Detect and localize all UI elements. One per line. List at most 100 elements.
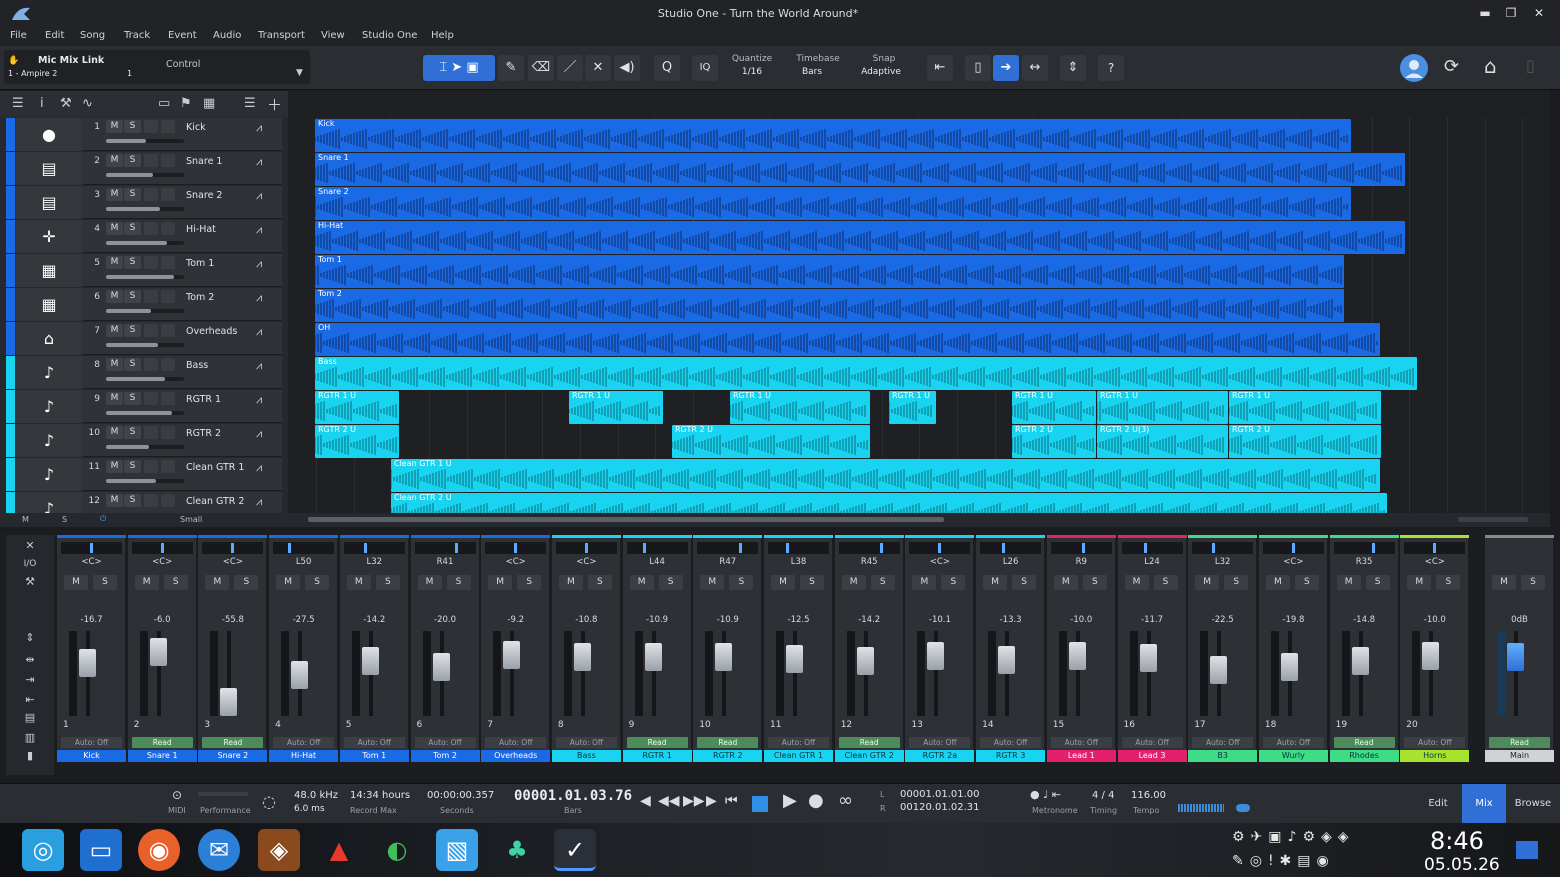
metronome-icon[interactable]: ● ♩ ⇤ [1030,788,1061,801]
record-arm-button[interactable] [144,154,158,167]
channel-name[interactable]: RGTR 3 [976,750,1046,762]
loop-end[interactable]: 00120.01.02.31 [900,802,980,813]
add-track-icon[interactable]: ＋ [267,94,282,115]
ardour-icon[interactable]: ▲ [318,829,360,871]
track-name[interactable]: Clean GTR 2 [186,496,244,507]
solo-button[interactable]: S [124,256,141,269]
loop-start[interactable]: 00001.01.01.00 [900,789,980,800]
channel-name[interactable]: Kick [57,750,126,762]
audio-event[interactable]: RGTR 2 U [1012,425,1096,458]
audio-event[interactable]: OH [315,323,1380,356]
return-zero-icon[interactable]: ⏮ [725,793,738,809]
record-arm-button[interactable] [144,290,158,303]
track-row[interactable]: ♪ 8 M S Bass ⩘ [6,356,282,389]
files-icon[interactable]: ▭ [80,829,122,871]
pan-slider[interactable] [626,542,688,554]
eraser-tool[interactable]: ⌫ [528,55,554,81]
track-volume-fader[interactable] [106,445,184,449]
pan-slider[interactable] [131,542,193,554]
track-row[interactable]: ▦ 5 M S Tom 1 ⩘ [6,254,282,287]
track-name[interactable]: Snare 1 [186,156,222,167]
mute-button[interactable]: M [346,575,371,590]
horizontal-scrollbar[interactable] [288,513,1550,527]
waveform-icon[interactable]: ⩘ [256,495,262,509]
pan-slider[interactable] [1192,542,1254,554]
arrow-tool-group[interactable]: ⌶ ➤ ▣ [423,55,495,81]
audio-event[interactable]: RGTR 1 U [1012,391,1096,424]
monitor-button[interactable] [161,222,175,235]
tempo-value[interactable]: 116.00 [1131,790,1166,801]
volume-fader[interactable] [786,644,803,673]
mute-button[interactable]: M [1124,575,1149,590]
channel-name[interactable]: Clean GTR 2 [834,750,904,762]
monitor-button[interactable] [161,290,175,303]
solo-button[interactable]: S [517,575,542,590]
audio-event[interactable]: RGTR 2 U [1229,425,1381,458]
menu-help[interactable]: Help [431,30,454,41]
solo-button[interactable]: S [1294,575,1319,590]
track-name[interactable]: RGTR 1 [186,394,221,405]
user-avatar[interactable] [1400,54,1428,82]
automation-mode[interactable]: Auto: Off [768,737,829,748]
record-arm-button[interactable] [144,358,158,371]
time-signature[interactable]: 4 / 4 [1092,790,1114,801]
mute-button[interactable]: M [106,392,123,405]
channel-name[interactable]: Rhodes [1329,750,1399,762]
thunderbird-icon[interactable]: ✉ [198,829,240,871]
info-icon[interactable]: i [40,96,44,111]
volume-fader[interactable] [1139,643,1157,672]
menu-icon[interactable]: ☰ [12,96,24,111]
solo-button[interactable]: S [93,575,117,590]
record-arm-button[interactable] [144,324,158,337]
solo-button[interactable]: S [124,154,141,167]
clock-time[interactable]: 8:46 [1430,827,1484,855]
track-volume-fader[interactable] [106,377,184,381]
pan-slider[interactable] [1050,542,1112,554]
mute-button[interactable]: M [1053,575,1078,590]
tray-icons-bottom[interactable]: ✎◎!✱▤◉ [1232,853,1335,869]
record-arm-button[interactable] [144,426,158,439]
waveform-icon[interactable]: ⩘ [256,393,262,407]
output-icon[interactable]: ⇤ [6,693,54,706]
record-arm-button[interactable] [144,256,158,269]
solo-button[interactable]: S [375,575,400,590]
automation-mode[interactable]: Read [697,737,759,748]
track-row[interactable]: ▤ 3 M S Snare 2 ⩘ [6,186,282,219]
track-row[interactable]: ♪ 11 M S Clean GTR 1 ⩘ [6,458,282,491]
volume-fader[interactable] [291,661,309,690]
record-arm-button[interactable] [144,392,158,405]
audio-event[interactable]: Tom 1 [315,255,1344,288]
mute-button[interactable]: M [106,358,123,371]
track-name[interactable]: Overheads [186,326,237,337]
channel-name[interactable]: RGTR 1 [622,750,692,762]
draw-tool[interactable]: ／ [557,55,583,81]
track-volume-fader[interactable] [106,343,184,347]
pan-slider[interactable] [61,542,122,554]
volume-fader[interactable] [1280,652,1298,681]
audio-event[interactable]: Snare 2 [315,187,1351,220]
pan-slider[interactable] [202,542,264,554]
pan-slider[interactable] [343,542,405,554]
monitor-button[interactable] [161,120,175,133]
solo-button[interactable]: S [800,575,824,590]
solo-button[interactable]: S [124,392,141,405]
chevron-down-icon[interactable]: ▼ [296,68,303,78]
menu-edit[interactable]: Edit [45,30,64,41]
mute-button[interactable]: M [629,575,654,590]
track-volume-fader[interactable] [106,275,184,279]
waveform-icon[interactable]: ⩘ [256,155,262,169]
solo-button[interactable]: S [163,575,188,590]
waveform-icon[interactable]: ⩘ [256,461,262,475]
audio-event[interactable]: RGTR 1 U [889,391,936,424]
mute-button[interactable]: M [106,120,123,133]
record-arm-button[interactable] [144,120,158,133]
automation-mode[interactable]: Auto: Off [1121,737,1183,748]
track-row[interactable]: ▤ 2 M S Snare 1 ⩘ [6,152,282,185]
volume-fader[interactable] [1422,642,1440,670]
arrange-view[interactable]: Kick Snare 1 Snare 2 Hi-Hat Tom 1 Tom 2 OH Bass… [288,91,1550,513]
launcher-icon[interactable]: ◎ [22,829,64,871]
clock-date[interactable]: 05.05.26 [1424,855,1500,875]
channel-name[interactable]: Horns [1400,750,1470,762]
channel-name[interactable]: Hi-Hat [269,750,339,762]
iq-button[interactable]: IQ [692,55,718,81]
